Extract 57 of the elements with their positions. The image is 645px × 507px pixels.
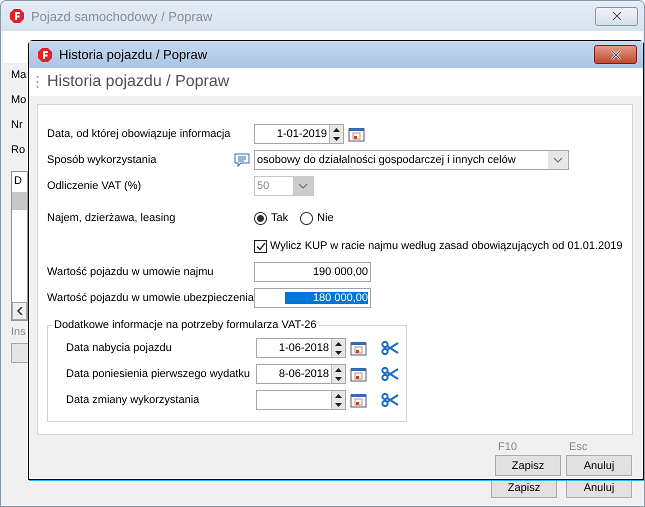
- comment-icon[interactable]: [234, 152, 250, 168]
- calendar-icon[interactable]: [348, 126, 365, 142]
- dialog-header: Historia pojazdu / Popraw: [47, 73, 230, 91]
- field-label: Odliczenie VAT (%): [47, 180, 142, 192]
- close-button[interactable]: [594, 45, 637, 64]
- radio-option[interactable]: Nie: [300, 212, 334, 224]
- field-label: Wartość pojazdu w umowie najmu: [47, 266, 214, 278]
- scroll-left-button[interactable]: [12, 302, 27, 320]
- radio-option[interactable]: Tak: [254, 212, 288, 224]
- caret-icon: [553, 157, 563, 163]
- scissors-icon[interactable]: [381, 367, 399, 381]
- field-label: Data zmiany wykorzystania: [66, 394, 200, 406]
- column-header: D: [13, 174, 23, 189]
- spin-buttons[interactable]: [331, 339, 345, 357]
- close-icon: [610, 11, 622, 21]
- field-label: Data, od której obowiązuje informacja: [47, 128, 228, 140]
- shortcut-hint: Esc: [568, 441, 588, 453]
- app-logo-icon: [9, 8, 25, 24]
- group-title: Dodatkowe informacje na potrzeby formularza VAT-26: [53, 319, 318, 331]
- date-field[interactable]: 1-06-2018: [256, 338, 346, 358]
- dialog-title: Historia pojazdu / Popraw: [59, 47, 208, 62]
- amount-field[interactable]: 180 000,00: [254, 288, 371, 308]
- field-label: Najem, dzierżawa, leasing: [47, 212, 176, 224]
- field-label: Ro: [11, 144, 26, 158]
- dropdown[interactable]: osobowy do działalności gospodarczej i innych celów: [254, 150, 569, 170]
- field-label: Wartość pojazdu w umowie ubezpieczenia: [47, 292, 254, 304]
- save-button[interactable]: Zapisz: [495, 455, 561, 476]
- window-title: Pojazd samochodowy / Popraw: [31, 8, 214, 24]
- scissors-icon[interactable]: [381, 341, 399, 355]
- date-field[interactable]: 8-06-2018: [256, 364, 346, 384]
- field-label: Ma: [11, 69, 26, 83]
- calendar-icon[interactable]: [350, 340, 367, 356]
- calendar-icon[interactable]: [350, 366, 367, 382]
- caret-icon: [298, 183, 308, 189]
- chevron-left-icon: [16, 307, 22, 315]
- calendar-icon[interactable]: [350, 392, 367, 408]
- field-label: Nr: [11, 119, 23, 133]
- shortcut-hint: F10: [497, 441, 518, 453]
- date-field[interactable]: 1-01-2019: [254, 124, 344, 144]
- field-label: Sposób wykorzystania: [47, 154, 158, 166]
- checkbox-option[interactable]: Wylicz KUP w racie najmu według zasad obowiązujących od 01.01.2019: [254, 240, 622, 252]
- close-button[interactable]: [595, 6, 638, 26]
- checkbox[interactable]: [254, 240, 267, 252]
- field-label: Ins: [11, 326, 26, 338]
- spin-buttons[interactable]: [329, 125, 343, 143]
- cancel-button[interactable]: Anuluj: [566, 455, 632, 476]
- spin-buttons[interactable]: [331, 391, 345, 409]
- grip-icon: [36, 75, 39, 89]
- app-logo-icon: [37, 46, 53, 62]
- field-label: Mo: [11, 94, 26, 108]
- field-label: Data poniesienia pierwszego wydatku: [66, 368, 252, 380]
- scissors-icon[interactable]: [381, 393, 399, 407]
- field-label: Data nabycia pojazdu: [66, 342, 173, 354]
- date-field[interactable]: [256, 390, 346, 410]
- amount-field[interactable]: 190 000,00: [254, 262, 371, 282]
- close-icon: [610, 50, 622, 60]
- spin-buttons[interactable]: [331, 365, 345, 383]
